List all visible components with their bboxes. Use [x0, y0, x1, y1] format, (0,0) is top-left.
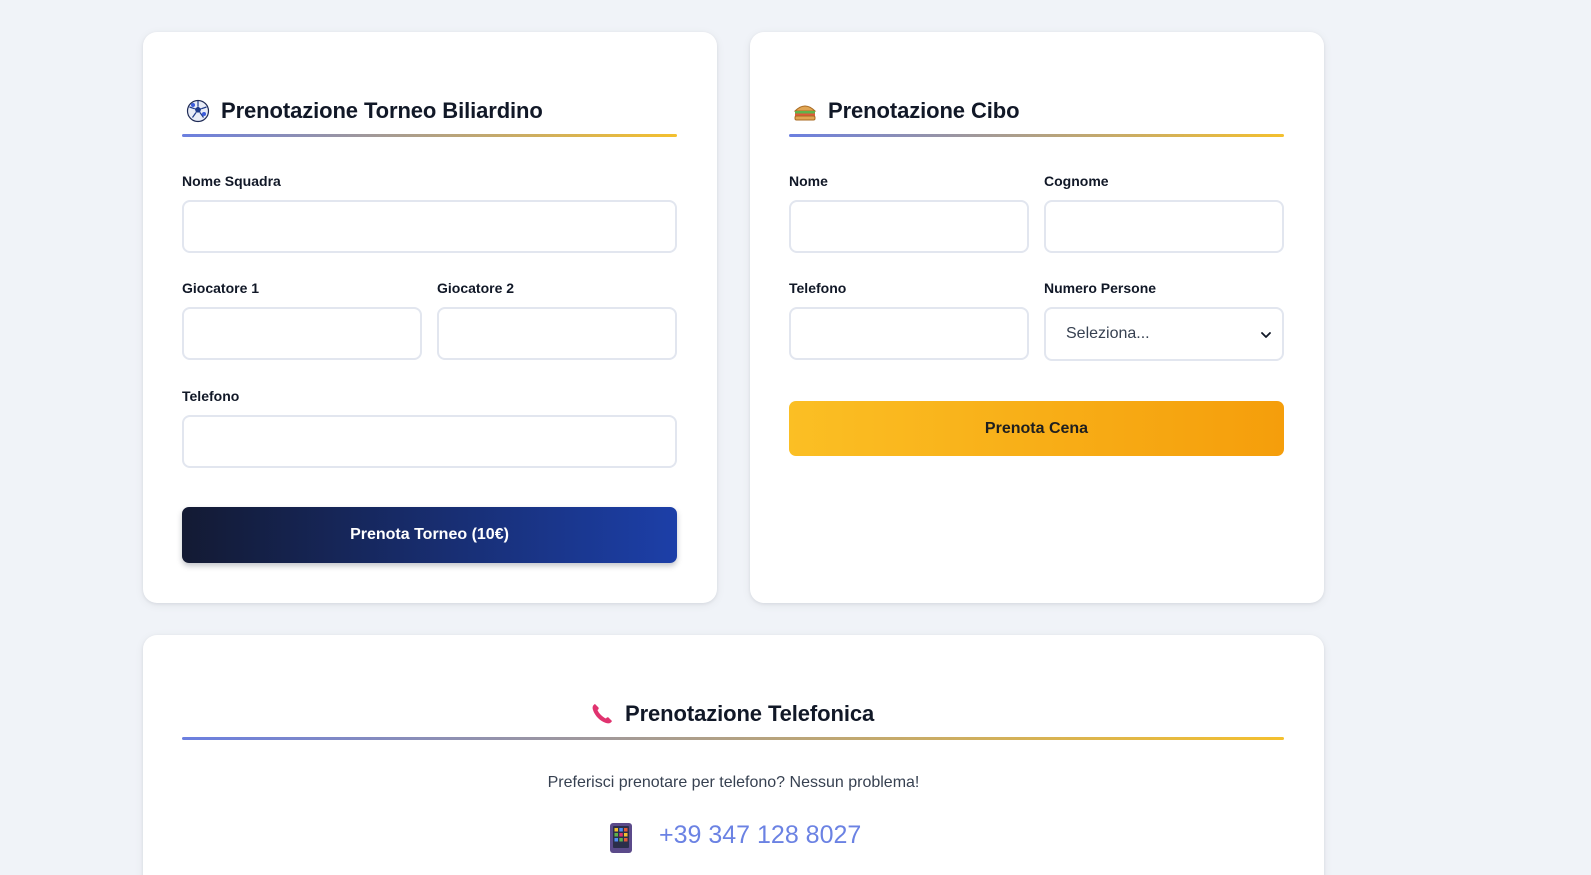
- food-phone-input[interactable]: [789, 307, 1029, 360]
- food-title: Prenotazione Cibo: [792, 98, 1020, 124]
- mobile-phone-icon: [609, 822, 633, 854]
- food-booking-card: Prenotazione Cibo Nome Cognome Telefono …: [750, 32, 1324, 603]
- sandwich-icon: [792, 98, 818, 124]
- team-name-label: Nome Squadra: [182, 173, 281, 189]
- tournament-title: Prenotazione Torneo Biliardino: [185, 98, 543, 124]
- surname-input[interactable]: [1044, 200, 1284, 253]
- people-count-selected: Seleziona...: [1066, 325, 1150, 342]
- player2-input[interactable]: [437, 307, 677, 360]
- telephone-receiver-icon: [589, 701, 615, 727]
- book-dinner-button-label: Prenota Cena: [984, 419, 1089, 437]
- food-phone-label: Telefono: [789, 280, 847, 296]
- people-count-select[interactable]: Seleziona...: [1044, 307, 1284, 361]
- people-count-label: Numero Persone: [1044, 280, 1157, 296]
- food-title-text: Prenotazione Cibo: [828, 98, 1020, 123]
- chevron-down-icon: [1260, 328, 1272, 340]
- phone-booking-title-text: Prenotazione Telefonica: [625, 701, 875, 726]
- phone-booking-card: Prenotazione Telefonica Preferisci preno…: [143, 635, 1324, 875]
- player1-input[interactable]: [182, 307, 422, 360]
- soccer-ball-icon: [185, 98, 211, 124]
- tournament-phone-input[interactable]: [182, 415, 677, 468]
- food-title-underline: [789, 134, 1284, 137]
- team-name-input[interactable]: [182, 200, 677, 253]
- tournament-booking-card: Prenotazione Torneo Biliardino Nome Squa…: [143, 32, 717, 603]
- first-name-input[interactable]: [789, 200, 1029, 253]
- phone-number-link[interactable]: +39 347 128 8027: [659, 821, 861, 850]
- phone-booking-subtitle: Preferisci prenotare per telefono? Nessu…: [547, 774, 920, 791]
- book-dinner-button[interactable]: Prenota Cena: [789, 401, 1284, 456]
- book-tournament-button-label: Prenota Torneo (10€): [350, 526, 509, 543]
- first-name-label: Nome: [789, 173, 828, 189]
- player1-label: Giocatore 1: [182, 280, 260, 296]
- tournament-title-underline: [182, 134, 677, 137]
- tournament-title-text: Prenotazione Torneo Biliardino: [221, 98, 543, 123]
- book-tournament-button[interactable]: Prenota Torneo (10€): [182, 507, 677, 563]
- player2-label: Giocatore 2: [437, 280, 515, 296]
- tournament-phone-label: Telefono: [182, 388, 240, 404]
- phone-booking-title: Prenotazione Telefonica: [589, 701, 874, 727]
- phone-booking-title-underline: [182, 737, 1284, 740]
- surname-label: Cognome: [1044, 173, 1109, 189]
